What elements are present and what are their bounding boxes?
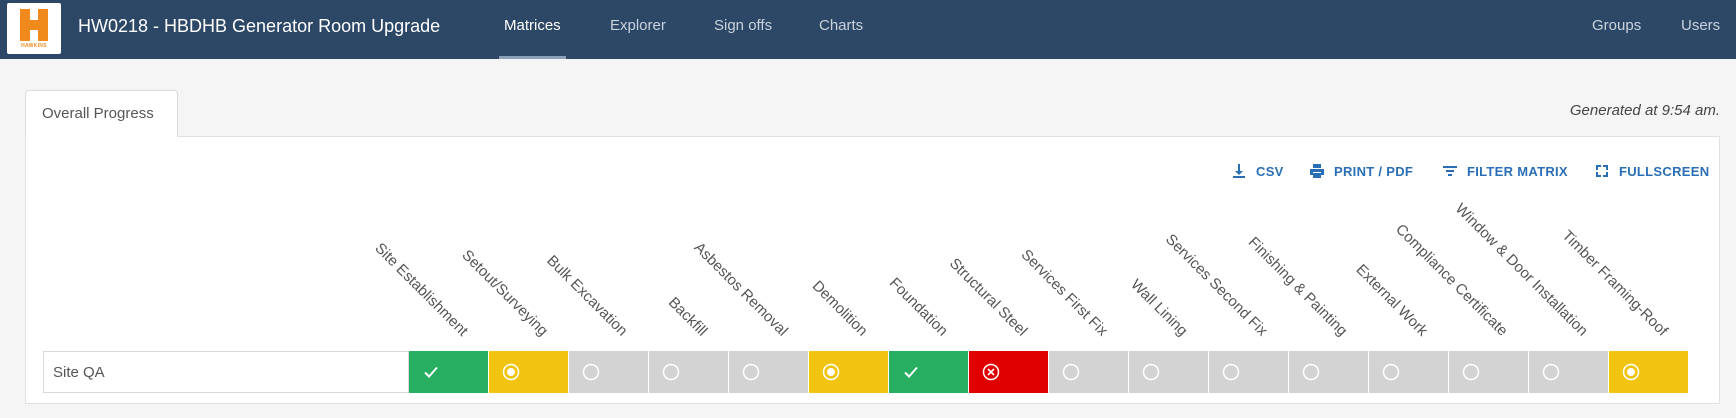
generated-timestamp: Generated at 9:54 am. (1569, 102, 1720, 119)
fullscreen-button[interactable]: FULLSCREEN (1594, 163, 1709, 179)
nav-sign-offs[interactable]: Sign offs (709, 0, 777, 59)
filter-icon (1443, 166, 1457, 176)
cancel-circle-icon (982, 363, 1000, 381)
matrix-cell[interactable] (409, 351, 489, 393)
nav-groups[interactable]: Groups (1587, 0, 1646, 59)
column-header[interactable]: Bulk Excavation (544, 252, 631, 339)
column-header[interactable]: Backfill (665, 294, 711, 340)
matrix-cell[interactable] (889, 351, 969, 393)
row-label-site-qa[interactable]: Site QA (43, 351, 409, 393)
matrix-cell[interactable] (569, 351, 649, 393)
column-header[interactable]: Structural Steel (946, 255, 1031, 340)
logo-text: HAWKINS (21, 43, 47, 49)
radio-selected-icon (1622, 363, 1640, 381)
radio-empty-icon (1062, 363, 1080, 381)
csv-button[interactable]: CSV (1231, 163, 1284, 179)
radio-empty-icon (742, 363, 760, 381)
column-header[interactable]: Window & Door Installation (1452, 200, 1591, 339)
matrix-panel: CSV PRINT / PDF FILTER MATRIX FULLSCREEN… (25, 136, 1720, 404)
column-header[interactable]: Foundation (886, 274, 951, 339)
download-icon (1233, 164, 1245, 178)
column-header[interactable]: External Work (1353, 261, 1431, 339)
project-title[interactable]: HW0218 - HBDHB Generator Room Upgrade (78, 0, 440, 52)
radio-empty-icon (1302, 363, 1320, 381)
matrix-cell[interactable] (729, 351, 809, 393)
radio-empty-icon (1462, 363, 1480, 381)
nav-matrices[interactable]: Matrices (499, 0, 566, 59)
filter-matrix-label: FILTER MATRIX (1467, 163, 1568, 179)
matrix-cell[interactable] (1049, 351, 1129, 393)
radio-empty-icon (1382, 363, 1400, 381)
matrix-cell[interactable] (1369, 351, 1449, 393)
matrix-cell[interactable] (1129, 351, 1209, 393)
filter-matrix-button[interactable]: FILTER MATRIX (1442, 163, 1568, 179)
matrix-cell[interactable] (1289, 351, 1369, 393)
column-header[interactable]: Services First Fix (1018, 246, 1111, 339)
radio-empty-icon (1542, 363, 1560, 381)
nav-explorer[interactable]: Explorer (605, 0, 671, 59)
matrix-cell[interactable] (1609, 351, 1689, 393)
radio-empty-icon (582, 363, 600, 381)
matrix-cell[interactable] (489, 351, 569, 393)
radio-empty-icon (1142, 363, 1160, 381)
nav-charts[interactable]: Charts (814, 0, 868, 59)
print-pdf-label: PRINT / PDF (1334, 163, 1414, 179)
tab-overall-progress[interactable]: Overall Progress (25, 90, 178, 137)
printer-icon (1310, 164, 1324, 178)
radio-selected-icon (502, 363, 520, 381)
check-icon (424, 366, 438, 378)
column-header[interactable]: Setout/Surveying (458, 247, 551, 340)
matrix-cell[interactable] (1529, 351, 1609, 393)
matrix-cell[interactable] (809, 351, 889, 393)
column-header[interactable]: Site Establishment (371, 240, 471, 340)
radio-selected-icon (822, 363, 840, 381)
matrix-cell[interactable] (1449, 351, 1529, 393)
top-navbar: HAWKINS HW0218 - HBDHB Generator Room Up… (0, 0, 1736, 59)
column-header[interactable]: Demolition (809, 277, 871, 339)
column-header[interactable]: Wall Lining (1128, 276, 1192, 340)
matrix-cell[interactable] (649, 351, 729, 393)
nav-users[interactable]: Users (1676, 0, 1725, 59)
print-pdf-button[interactable]: PRINT / PDF (1309, 163, 1413, 179)
radio-empty-icon (662, 363, 680, 381)
csv-label: CSV (1256, 163, 1284, 179)
radio-empty-icon (1222, 363, 1240, 381)
check-icon (904, 366, 918, 378)
fullscreen-icon (1596, 165, 1608, 177)
logo-mark-icon (20, 9, 48, 41)
fullscreen-label: FULLSCREEN (1619, 163, 1710, 179)
matrix-cell[interactable] (969, 351, 1049, 393)
matrix-cell[interactable] (1209, 351, 1289, 393)
company-logo[interactable]: HAWKINS (7, 3, 61, 54)
